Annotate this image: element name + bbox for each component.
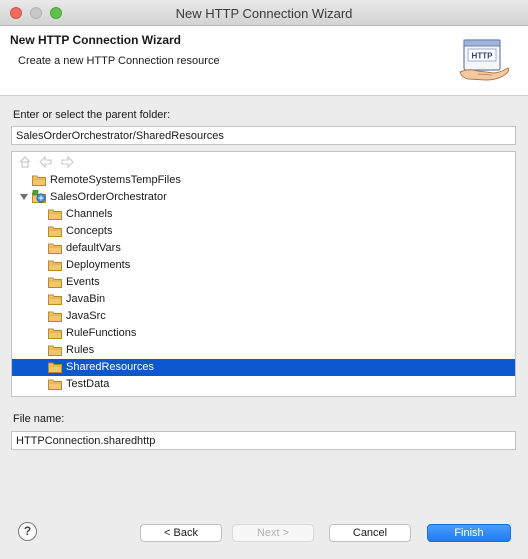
folder-icon [48, 328, 62, 339]
tree-item-label: TestData [66, 378, 110, 390]
tree-item-defaultvars[interactable]: defaultVars [12, 240, 515, 257]
tree-item-rules[interactable]: Rules [12, 342, 515, 359]
folder-icon [48, 260, 62, 271]
tree-item-concepts[interactable]: Concepts [12, 223, 515, 240]
http-icon-text: HTTP [472, 52, 494, 61]
tree-item-label: Concepts [66, 225, 113, 237]
project-folder-icon [32, 190, 46, 203]
tree-item-testdata[interactable]: TestData [12, 376, 515, 393]
tree-item-label: Events [66, 276, 100, 288]
back-button[interactable]: < Back [140, 524, 222, 542]
home-icon[interactable] [18, 155, 32, 169]
file-name-label: File name: [13, 413, 65, 425]
tree-item-sharedresources[interactable]: SharedResources [12, 359, 515, 376]
tree-item-deployments[interactable]: Deployments [12, 257, 515, 274]
expand-arrow-icon[interactable] [20, 193, 28, 201]
tree-item-label: JavaBin [66, 293, 106, 305]
folder-icon [48, 345, 62, 356]
tree-item-remotesystemstempfiles[interactable]: RemoteSystemsTempFiles [12, 172, 515, 189]
tree-item-javabin[interactable]: JavaBin [12, 291, 515, 308]
wizard-description: Create a new HTTP Connection resource [18, 55, 220, 67]
http-connection-icon: HTTP [459, 39, 510, 81]
folder-icon [48, 362, 62, 373]
folder-icon [48, 277, 62, 288]
back-arrow-icon[interactable] [39, 155, 53, 169]
tree-item-label: Deployments [66, 259, 131, 271]
tree-item-channels[interactable]: Channels [12, 206, 515, 223]
tree-item-label: Channels [66, 208, 113, 220]
parent-folder-label: Enter or select the parent folder: [13, 109, 171, 121]
cancel-button[interactable]: Cancel [329, 524, 411, 542]
folder-icon [32, 175, 46, 186]
next-button[interactable]: Next > [232, 524, 314, 542]
help-button[interactable]: ? [18, 522, 37, 541]
folder-icon [48, 294, 62, 305]
tree-item-label: JavaSrc [66, 310, 106, 322]
tree-item-rulefunctions[interactable]: RuleFunctions [12, 325, 515, 342]
tree-item-label: SalesOrderOrchestrator [50, 191, 167, 203]
tree-item-events[interactable]: Events [12, 274, 515, 291]
window-title: New HTTP Connection Wizard [175, 6, 353, 21]
wizard-title: New HTTP Connection Wizard [10, 33, 182, 47]
tree-item-javasrc[interactable]: JavaSrc [12, 308, 515, 325]
wizard-header: New HTTP Connection Wizard Create a new … [0, 26, 528, 96]
folder-icon [48, 311, 62, 322]
finish-button[interactable]: Finish [427, 524, 511, 542]
folder-tree[interactable]: RemoteSystemsTempFiles SalesOrderOrchest… [11, 151, 516, 397]
forward-arrow-icon[interactable] [60, 155, 74, 169]
parent-folder-input[interactable]: SalesOrderOrchestrator/SharedResources [11, 126, 516, 145]
tree-item-label: RemoteSystemsTempFiles [50, 174, 181, 186]
title-bar: New HTTP Connection Wizard [0, 0, 528, 26]
tree-item-label: defaultVars [66, 242, 121, 254]
tree-item-label: Rules [66, 344, 95, 356]
tree-item-salesorderorchestrator[interactable]: SalesOrderOrchestrator [12, 189, 515, 206]
tree-item-label: SharedResources [66, 361, 155, 373]
tree-item-label: RuleFunctions [66, 327, 137, 339]
file-name-input[interactable]: HTTPConnection.sharedhttp [11, 431, 516, 450]
folder-icon [48, 209, 62, 220]
folder-icon [48, 379, 62, 390]
folder-icon [48, 226, 62, 237]
folder-icon [48, 243, 62, 254]
